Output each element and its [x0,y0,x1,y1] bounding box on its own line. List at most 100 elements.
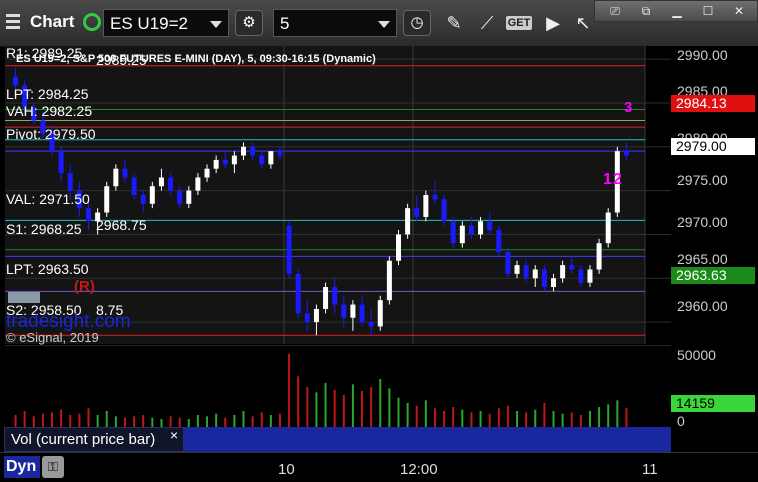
get-label: GET [505,16,533,30]
volume-bar [616,400,619,427]
volume-bar [215,413,218,427]
pivot-label: Pivot: 2979.50 [6,126,96,142]
candle-body [468,225,474,235]
candle-body [122,168,128,178]
low-price-tag: 2963.63 [671,267,755,284]
legend-label: Vol (current price bar) [11,431,156,448]
close-icon[interactable]: × [170,427,178,443]
candle-body [551,278,556,288]
price-tick: 2990.00 [677,47,728,63]
toolbar: Chart ES U19=2 ⚙ 5 ◷ ✎ ⟋ GET ▶ ↖ ⎚ ⧉ ▁ ☐… [0,0,758,47]
candle-body [505,251,511,274]
volume-bar [324,383,327,427]
cursor-icon: ↖ [575,13,591,33]
candle-body [231,155,237,165]
maximize-icon[interactable]: ☐ [694,2,722,20]
volume-bar [160,419,163,427]
price-chart[interactable] [5,46,671,344]
volume-bar [497,408,500,427]
symbol-input[interactable]: ES U19=2 [103,9,229,37]
time-axis[interactable]: 10 12:00 11 [0,452,758,482]
candle-body [478,221,484,235]
close-icon[interactable]: ✕ [725,2,753,20]
s1-extra-label: 2968.75 [96,217,147,233]
volume-bar [579,415,582,427]
link-window-icon[interactable]: ⧉ [632,2,660,20]
volume-bar [470,412,473,427]
pencil-icon: ✎ [446,13,462,33]
candle-body [286,225,292,274]
chart-window: Chart ES U19=2 ⚙ 5 ◷ ✎ ⟋ GET ▶ ↖ ⎚ ⧉ ▁ ☐… [0,0,758,482]
marker-1: 1 [603,171,612,188]
candle-body [140,195,146,204]
candle-body [186,190,192,204]
volume-bar [96,415,99,427]
indicator-swatch [8,292,40,303]
volume-chart[interactable] [5,345,671,427]
menu-icon[interactable] [6,14,20,29]
dynamic-mode-button[interactable]: Dyn [4,456,40,478]
candle-body [295,273,301,314]
candle-body [587,269,593,283]
candle-body [350,304,356,318]
lock-icon[interactable]: ⚿ [42,456,64,478]
price-tick: 2975.00 [677,172,728,188]
price-tick: 2970.00 [677,214,728,230]
volume-bar [342,395,345,427]
price-tick: 2960.00 [677,298,728,314]
volume-tick: 0 [677,413,685,429]
candle-body [213,159,219,169]
candle-body [304,313,310,323]
volume-bar [251,416,254,427]
candle-body [158,177,164,187]
marker-2: 2 [613,171,622,188]
candle-body [496,230,502,252]
cursor-button[interactable]: ↖ [570,11,596,35]
play-button[interactable]: ▶ [540,11,566,35]
lpt-upper-label: LPT: 2984.25 [6,86,89,102]
volume-bar [206,416,209,427]
candle-body [332,287,338,305]
volume-bar [461,409,464,427]
time-button[interactable]: ◷ [403,10,431,36]
volume-bar [278,413,281,427]
copyright: © eSignal, 2019 [6,330,99,345]
candle-body [405,208,411,235]
price-axis[interactable]: 2990.00 2985.00 2980.00 2975.00 2970.00 … [671,46,758,344]
minimize-icon[interactable]: ▁ [663,2,691,20]
volume-bar [233,415,236,427]
candle-body [423,195,429,217]
volume-bar [260,412,263,427]
volume-bar [588,411,591,427]
volume-bar [114,416,117,427]
reversal-label: (R) [74,278,95,295]
volume-bar [516,411,519,427]
volume-bar [379,379,382,427]
high-price-tag: 2984.13 [671,95,755,112]
volume-bar [105,411,108,427]
settings-button[interactable]: ⚙ [235,10,263,36]
interval-input[interactable]: 5 [273,9,397,37]
get-button[interactable]: GET [504,11,534,35]
restore-icon[interactable]: ⎚ [601,2,629,20]
gear-icon: ⚙ [242,14,256,31]
studies-button[interactable]: ⟋ [474,11,500,35]
candle-body [596,243,602,270]
candle-body [532,269,538,279]
volume-legend[interactable]: Vol (current price bar) [4,427,184,452]
candle-body [432,195,438,200]
volume-bar [570,412,573,427]
volume-axis[interactable]: 50000 0 14159 [671,345,758,429]
window-title: Chart [30,12,75,31]
candle-body [204,168,210,178]
volume-bar [433,408,436,427]
volume-bar [361,391,364,427]
draw-button[interactable]: ✎ [441,11,467,35]
volume-bar [69,415,72,427]
candle-body [414,208,420,217]
link-status-icon[interactable] [83,13,101,31]
volume-bar [388,388,391,427]
candle-body [177,190,183,204]
time-tick: 10 [278,461,295,478]
lpt-lower-label: LPT: 2963.50 [6,261,89,277]
